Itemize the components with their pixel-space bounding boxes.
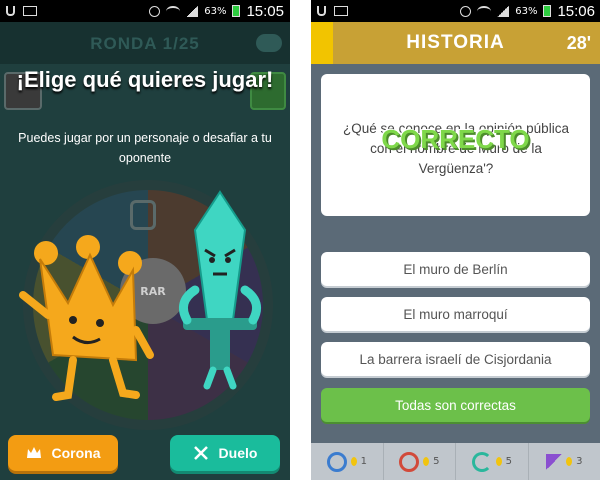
coin-icon — [350, 457, 357, 466]
coin-icon — [495, 457, 502, 466]
coin-icon — [566, 457, 573, 466]
topic-title: HISTORIA — [406, 32, 505, 53]
correct-feedback: CORRECTO — [381, 124, 530, 154]
powerup-time[interactable]: 1 — [311, 443, 384, 480]
duelo-button-label: Duelo — [218, 445, 258, 461]
crown-icon — [26, 445, 42, 461]
coin-icon — [423, 457, 430, 466]
mail-icon — [334, 6, 348, 16]
powerup-cost: 5 — [505, 456, 512, 467]
signal-icon — [186, 5, 199, 17]
alarm-icon — [460, 5, 472, 17]
mail-icon — [23, 6, 37, 16]
powerup-skip[interactable]: 3 — [529, 443, 600, 480]
wifi-icon — [166, 5, 181, 17]
choose-heading: ¡Elige qué quieres jugar! — [16, 67, 274, 92]
battery-percent: 63% — [204, 5, 227, 17]
answer-option[interactable]: El muro de Berlín — [321, 252, 590, 286]
usb-icon — [317, 6, 326, 16]
clock: 15:05 — [246, 2, 284, 20]
clock-icon — [326, 451, 347, 472]
alarm-icon — [149, 5, 161, 17]
wifi-icon — [477, 5, 492, 17]
screen-question: 63% 15:06 HISTORIA 28' ¿Qué se conoce en… — [311, 0, 600, 480]
battery-icon — [543, 5, 552, 17]
powerup-bomb[interactable]: 5 — [384, 443, 456, 480]
powerup-cost: 5 — [433, 456, 440, 467]
chat-icon[interactable] — [256, 34, 282, 52]
lock-icon — [130, 200, 156, 230]
crown-character — [19, 235, 154, 401]
round-title: RONDA 1/25 — [90, 34, 200, 53]
powerup-cost: 1 — [360, 456, 367, 467]
answer-option[interactable]: El muro marroquí — [321, 297, 590, 331]
crossed-swords-icon — [193, 445, 209, 461]
refresh-icon — [471, 451, 492, 472]
answer-option-correct[interactable]: Todas son correctas — [321, 388, 590, 422]
powerup-bar: 1 5 5 3 — [311, 443, 600, 480]
clock: 15:06 — [557, 2, 595, 20]
timer: 28' — [566, 33, 591, 53]
signal-icon — [497, 5, 510, 17]
skip-icon — [546, 453, 563, 470]
battery-percent: 63% — [515, 5, 538, 17]
powerup-cost: 3 — [576, 456, 583, 467]
status-bar: 63% 15:05 — [0, 0, 290, 22]
sword-character — [178, 190, 262, 390]
usb-icon — [6, 6, 15, 16]
screen-choose-game: 63% 15:05 RONDA 1/25 RAR ¡Elige qué quie… — [0, 0, 290, 480]
battery-icon — [232, 5, 241, 17]
status-bar: 63% 15:06 — [311, 0, 600, 22]
corona-button[interactable]: Corona — [8, 435, 118, 471]
duelo-button[interactable]: Duelo — [170, 435, 280, 471]
corona-button-label: Corona — [51, 445, 101, 461]
powerup-double-chance[interactable]: 5 — [456, 443, 529, 480]
answer-option[interactable]: La barrera israelí de Cisjordania — [321, 342, 590, 376]
choose-subtitle: Puedes jugar por un personaje o desafiar… — [18, 131, 272, 165]
bomb-icon — [399, 451, 420, 472]
